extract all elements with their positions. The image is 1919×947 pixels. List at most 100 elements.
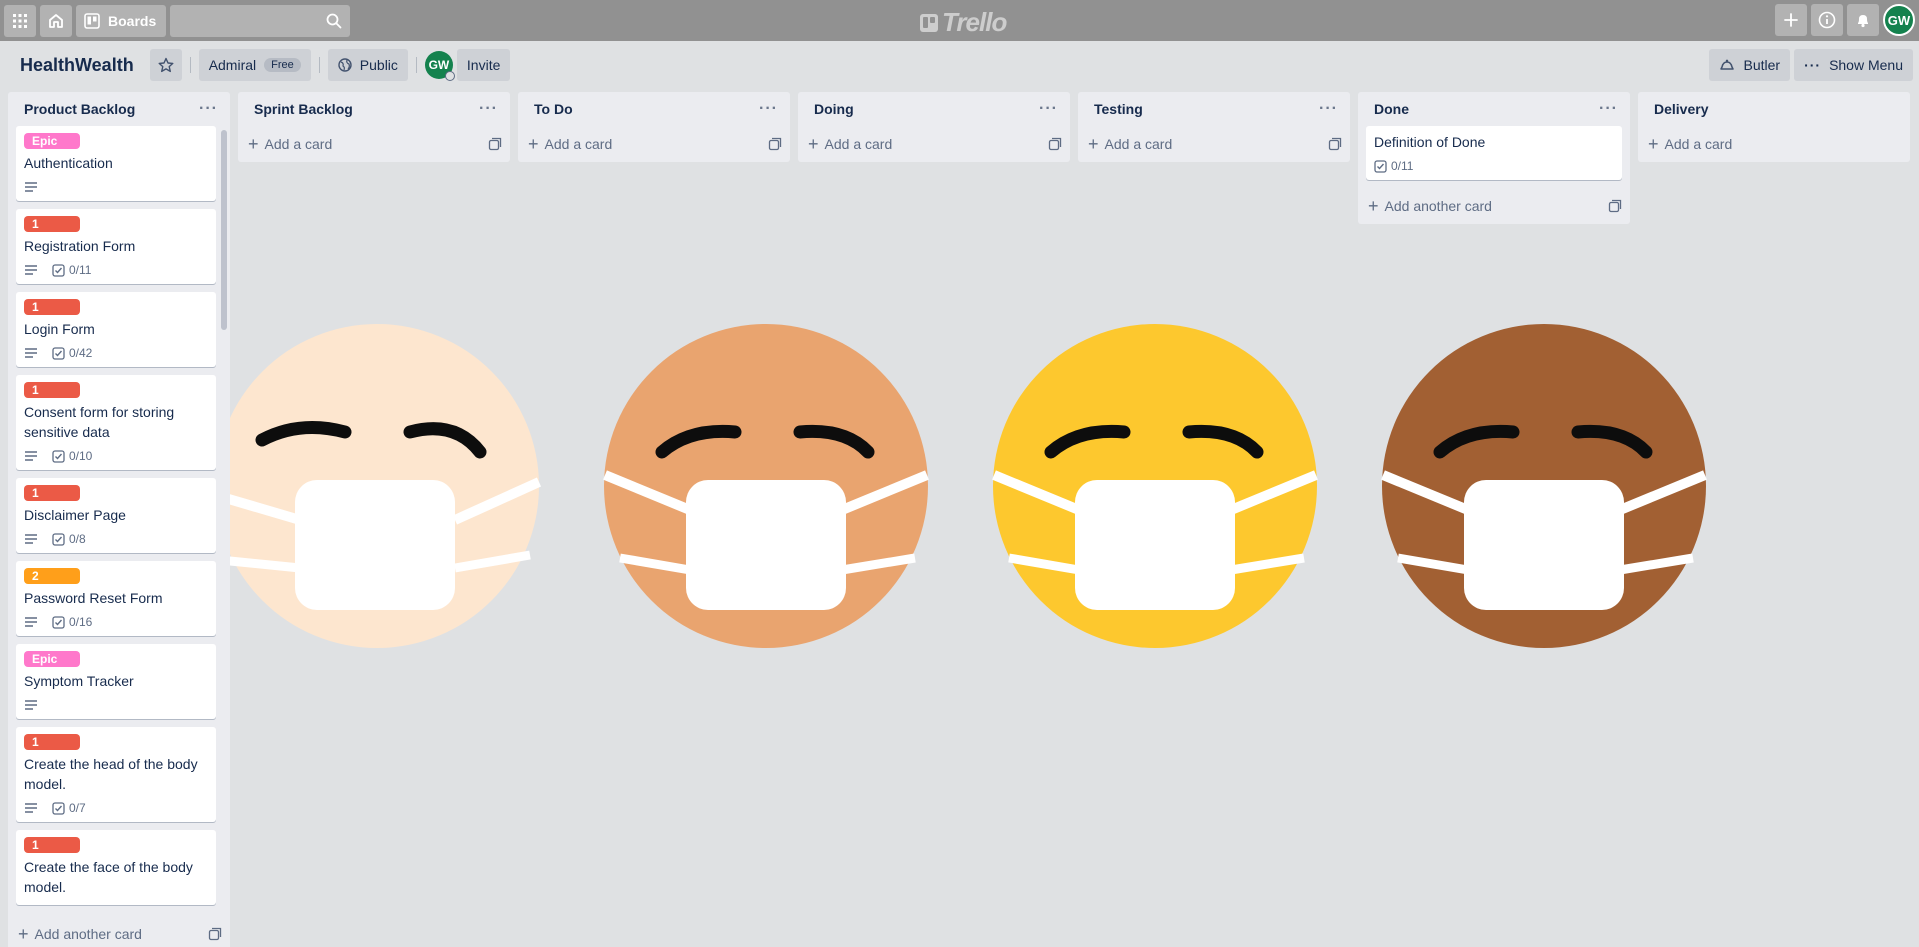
card-label[interactable]: Epic: [24, 133, 80, 149]
card[interactable]: 1 Login Form 0/42: [16, 292, 216, 367]
card[interactable]: 1 Create the face of the body model.: [16, 830, 216, 905]
card-label[interactable]: 1: [24, 382, 80, 398]
checklist-count: 0/16: [69, 615, 93, 629]
list-header[interactable]: Sprint Backlog ···: [238, 92, 510, 126]
plus-icon: +: [808, 134, 819, 154]
trello-logo[interactable]: Trello: [920, 7, 1007, 38]
list-title[interactable]: To Do: [534, 101, 573, 117]
create-button[interactable]: [1775, 4, 1807, 36]
card-label[interactable]: 1: [24, 216, 80, 232]
list-menu-icon[interactable]: ···: [1315, 100, 1342, 118]
invite-button[interactable]: Invite: [456, 49, 511, 81]
search-input[interactable]: [170, 4, 351, 37]
card[interactable]: 1 Disclaimer Page 0/8: [16, 478, 216, 553]
card-badges: 0/10: [24, 446, 208, 466]
board-title[interactable]: HealthWealth: [20, 55, 134, 76]
boards-button[interactable]: Boards: [76, 4, 167, 37]
card[interactable]: Epic Symptom Tracker: [16, 644, 216, 719]
list-header[interactable]: Doing ···: [798, 92, 1070, 126]
list-menu-icon[interactable]: ···: [475, 100, 502, 118]
butler-button[interactable]: Butler: [1709, 49, 1791, 81]
add-card-label: Add another card: [34, 926, 142, 942]
add-card-button[interactable]: + Add a card: [1078, 126, 1350, 162]
home-button[interactable]: [40, 4, 72, 37]
checklist-icon: [52, 346, 65, 360]
card-template-icon[interactable]: [488, 137, 502, 151]
show-menu-button[interactable]: ··· Show Menu: [1794, 49, 1913, 81]
card-label[interactable]: 2: [24, 568, 80, 584]
card-label[interactable]: 1: [24, 837, 80, 853]
star-button[interactable]: [149, 49, 182, 81]
list-header[interactable]: Product Backlog ···: [8, 92, 230, 126]
list-title[interactable]: Delivery: [1654, 101, 1708, 117]
add-card-button[interactable]: + Add a card: [1638, 126, 1910, 162]
list-header[interactable]: To Do ···: [518, 92, 790, 126]
scrollbar-thumb[interactable]: [221, 130, 227, 330]
card-badges: [24, 177, 208, 197]
description-icon: [25, 265, 37, 275]
card-label[interactable]: 1: [24, 299, 80, 315]
list-title[interactable]: Doing: [814, 101, 854, 117]
add-card-label: Add another card: [1384, 198, 1492, 214]
list-title[interactable]: Done: [1374, 101, 1409, 117]
add-card-button[interactable]: + Add a card: [238, 126, 510, 162]
user-avatar[interactable]: GW: [1883, 4, 1915, 36]
add-card-label: Add a card: [1664, 136, 1733, 152]
list-header[interactable]: Done ···: [1358, 92, 1630, 126]
card[interactable]: 1 Consent form for storing sensitive data…: [16, 375, 216, 470]
card-template-icon[interactable]: [1608, 199, 1622, 213]
card-badges: [24, 695, 208, 715]
apps-button[interactable]: [4, 4, 36, 37]
card[interactable]: 1 Registration Form 0/11: [16, 209, 216, 284]
add-card-button[interactable]: + Add a card: [798, 126, 1070, 162]
list-menu-icon[interactable]: ···: [195, 100, 222, 118]
card-title: Password Reset Form: [24, 590, 163, 606]
card-template-icon[interactable]: [208, 927, 222, 941]
card-title: Login Form: [24, 321, 95, 337]
list-title[interactable]: Testing: [1094, 101, 1143, 117]
description-badge: [24, 181, 42, 193]
card-badges: 0/11: [1374, 156, 1614, 176]
list-header[interactable]: Delivery: [1638, 92, 1910, 126]
checklist-badge: 0/11: [1374, 159, 1413, 173]
card-badges: 0/7: [24, 798, 208, 818]
description-icon: [25, 348, 37, 358]
list-menu-icon[interactable]: ···: [1595, 100, 1622, 118]
checklist-count: 0/11: [1391, 159, 1414, 173]
member-avatar[interactable]: GW: [424, 51, 455, 81]
notifications-button[interactable]: [1847, 4, 1879, 36]
list-sprint-backlog: Sprint Backlog ··· + Add a card: [238, 92, 510, 162]
visibility-button[interactable]: Public: [327, 49, 408, 81]
workspace-button[interactable]: Admiral Free: [198, 49, 311, 81]
card-label[interactable]: 1: [24, 734, 80, 750]
list-header[interactable]: Testing ···: [1078, 92, 1350, 126]
card[interactable]: Epic Authentication: [16, 126, 216, 201]
description-icon: [25, 534, 37, 544]
card[interactable]: Definition of Done 0/11: [1366, 126, 1622, 180]
plus-icon: +: [1368, 196, 1379, 216]
list-scrollbar[interactable]: [220, 126, 228, 896]
card-template-icon[interactable]: [1328, 137, 1342, 151]
card-template-icon[interactable]: [1048, 137, 1062, 151]
top-header: Boards Trello GW: [0, 0, 1919, 41]
add-card-button[interactable]: + Add another card: [1358, 188, 1630, 224]
info-icon: [1818, 11, 1836, 29]
card[interactable]: 2 Password Reset Form 0/16: [16, 561, 216, 636]
card[interactable]: 1 Create the head of the body model. 0/7: [16, 727, 216, 822]
description-icon: [25, 451, 37, 461]
info-button[interactable]: [1811, 4, 1843, 36]
add-card-button[interactable]: + Add a card: [518, 126, 790, 162]
card-template-icon[interactable]: [768, 137, 782, 151]
logo-text: Trello: [942, 7, 1007, 37]
add-card-button[interactable]: + Add another card: [8, 916, 230, 947]
card-label[interactable]: 1: [24, 485, 80, 501]
list-menu-icon[interactable]: ···: [1035, 100, 1062, 118]
separator: [318, 57, 320, 73]
list-menu-icon[interactable]: ···: [755, 100, 782, 118]
list-title[interactable]: Sprint Backlog: [254, 101, 353, 117]
card-label[interactable]: Epic: [24, 651, 80, 667]
trello-logo-icon: [920, 13, 938, 32]
list-title[interactable]: Product Backlog: [24, 101, 135, 117]
checklist-badge: 0/8: [52, 532, 86, 546]
checklist-count: 0/10: [69, 449, 93, 463]
